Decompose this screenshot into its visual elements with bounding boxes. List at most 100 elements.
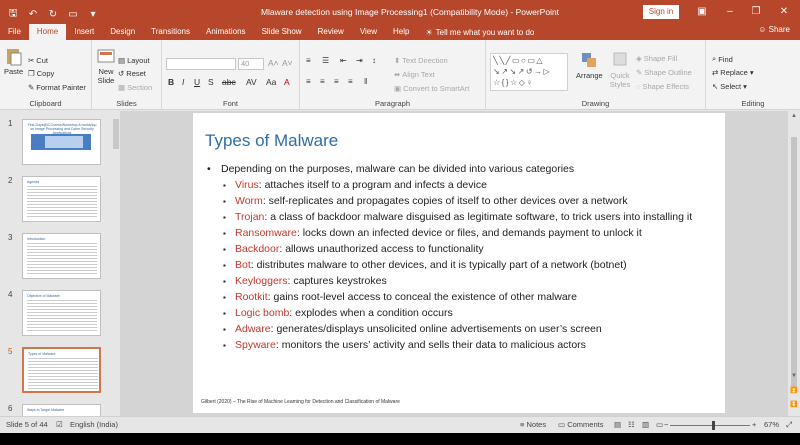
decrease-font-icon[interactable]: A˅: [282, 58, 293, 68]
shapes-gallery[interactable]: ╲╲╱▭○▭△ ↘↗↘↗↺→▷ ☆{}☆◇♀: [490, 53, 568, 91]
slide-body[interactable]: Depending on the purposes, malware can b…: [207, 162, 712, 355]
slide-footnote[interactable]: Gilbert (2020) – The Rise of Machine Lea…: [201, 399, 400, 405]
align-left-icon[interactable]: ≡: [306, 77, 311, 86]
redo-icon[interactable]: ↻: [46, 7, 60, 21]
slide-thumbnail[interactable]: Agenda: [22, 176, 101, 222]
italic-icon[interactable]: I: [182, 77, 184, 87]
font-size-field[interactable]: 40: [238, 58, 264, 70]
font-name-field[interactable]: [166, 58, 236, 70]
font-color-icon[interactable]: A: [284, 77, 290, 87]
slideshow-icon[interactable]: ▭: [656, 420, 663, 429]
previous-slide-icon[interactable]: ⏫: [788, 387, 800, 394]
next-slide-icon[interactable]: ⏬: [788, 401, 800, 408]
language-status[interactable]: English (India): [70, 420, 118, 429]
start-from-beginning-icon[interactable]: ▭: [66, 7, 80, 21]
columns-icon[interactable]: ‖: [364, 77, 367, 86]
save-icon[interactable]: 🖫: [6, 7, 20, 21]
slide-thumbnail[interactable]: Objective of Malware: [22, 290, 101, 336]
tab-view[interactable]: View: [352, 24, 385, 40]
shape-fill-button[interactable]: ◈ Shape Fill: [636, 54, 677, 63]
find-button[interactable]: ⌕ Find: [712, 54, 733, 64]
zoom-slider-handle[interactable]: [712, 421, 715, 430]
paste-button[interactable]: Paste: [4, 46, 23, 76]
tab-design[interactable]: Design: [102, 24, 143, 40]
slide-thumbnail[interactable]: Introduction: [22, 233, 101, 279]
change-case-icon[interactable]: Aa: [266, 77, 276, 87]
thumbnail-row[interactable]: 4 Objective of Malware: [0, 290, 112, 338]
thumbnail-row-selected[interactable]: 5 Types of Malware: [0, 347, 112, 395]
section-button[interactable]: ▦ Section: [118, 83, 152, 92]
arrange-button[interactable]: Arrange: [576, 50, 603, 80]
layout-button[interactable]: ▤ Layout: [118, 56, 150, 65]
justify-icon[interactable]: ≡: [348, 77, 353, 86]
line-spacing-icon[interactable]: ↕: [372, 56, 376, 65]
editor-scroll-thumb[interactable]: [791, 137, 797, 387]
zoom-slider-track[interactable]: [670, 425, 750, 426]
sign-in-button[interactable]: Sign in: [643, 5, 679, 19]
scroll-up-icon[interactable]: ▲: [788, 113, 800, 119]
editor-scrollbar[interactable]: ▲ ▼ ⏫ ⏬: [788, 111, 800, 416]
thumbnails-scroll-thumb[interactable]: [113, 119, 119, 149]
tab-file[interactable]: File: [0, 24, 29, 40]
shadow-icon[interactable]: S: [208, 77, 214, 87]
thumbnails-scrollbar[interactable]: [112, 111, 120, 416]
tab-home[interactable]: Home: [28, 24, 67, 40]
reading-view-icon[interactable]: ▥: [642, 420, 649, 429]
slide-thumbnail[interactable]: First-Days@ICCourseWorkshop A workshop o…: [22, 119, 101, 165]
minimize-button[interactable]: –: [718, 4, 742, 20]
tab-review[interactable]: Review: [310, 24, 352, 40]
scroll-down-icon[interactable]: ▼: [788, 373, 800, 379]
increase-indent-icon[interactable]: ⇥: [356, 56, 363, 65]
align-right-icon[interactable]: ≡: [334, 77, 339, 86]
char-spacing-icon[interactable]: AV: [246, 77, 257, 87]
reset-button[interactable]: ↺ Reset: [118, 69, 146, 78]
quick-styles-button[interactable]: Quick Styles: [608, 50, 632, 89]
zoom-level[interactable]: 67%: [764, 420, 779, 429]
tab-help[interactable]: Help: [385, 24, 417, 40]
format-painter-button[interactable]: ✎ Format Painter: [28, 83, 86, 92]
share-button[interactable]: ☺ Share: [758, 22, 790, 38]
tab-animations[interactable]: Animations: [198, 24, 254, 40]
zoom-out-icon[interactable]: −: [664, 420, 668, 429]
new-slide-button[interactable]: New Slide: [96, 46, 116, 85]
notes-button[interactable]: ≡ Notes: [520, 420, 546, 429]
slide-sorter-icon[interactable]: ☷: [628, 420, 635, 429]
slide-count[interactable]: Slide 5 of 44: [6, 420, 48, 429]
select-button[interactable]: ↖ Select ▾: [712, 82, 747, 91]
slide-canvas[interactable]: Types of Malware Depending on the purpos…: [193, 113, 725, 413]
underline-icon[interactable]: U: [194, 77, 200, 87]
cut-button[interactable]: ✂ Cut: [28, 56, 48, 65]
align-text-button[interactable]: ⬌ Align Text: [394, 70, 435, 79]
tab-transitions[interactable]: Transitions: [143, 24, 198, 40]
bullets-icon[interactable]: ≡: [306, 56, 311, 65]
undo-icon[interactable]: ↶: [26, 7, 40, 21]
normal-view-icon[interactable]: ▤: [614, 420, 621, 429]
align-center-icon[interactable]: ≡: [320, 77, 325, 86]
slide-thumbnail-selected[interactable]: Types of Malware: [22, 347, 101, 393]
restore-button[interactable]: ❐: [744, 4, 768, 20]
decrease-indent-icon[interactable]: ⇤: [340, 56, 347, 65]
tell-me-search[interactable]: ☀ Tell me what you want to do: [417, 24, 534, 40]
fit-to-window-icon[interactable]: ⤢: [786, 420, 792, 430]
ribbon-display-options-icon[interactable]: ▣: [690, 4, 714, 20]
increase-font-icon[interactable]: A˄: [268, 58, 279, 68]
slide-title[interactable]: Types of Malware: [205, 131, 338, 151]
customize-qat-icon[interactable]: ▾: [86, 7, 100, 21]
close-button[interactable]: ✕: [772, 4, 796, 20]
strikethrough-icon[interactable]: abc: [222, 77, 236, 87]
copy-button[interactable]: ❐ Copy: [28, 69, 54, 78]
zoom-in-icon[interactable]: +: [752, 420, 756, 429]
thumbnail-row[interactable]: 2 Agenda: [0, 176, 112, 224]
shape-effects-button[interactable]: ◌ Shape Effects: [636, 82, 689, 91]
replace-button[interactable]: ⇄ Replace ▾: [712, 68, 754, 77]
tab-insert[interactable]: Insert: [66, 24, 102, 40]
text-direction-button[interactable]: ⬍ Text Direction: [394, 56, 448, 65]
thumbnail-row[interactable]: 3 Introduction: [0, 233, 112, 281]
thumbnail-row[interactable]: 1 First-Days@ICCourseWorkshop A workshop…: [0, 119, 112, 167]
comments-button[interactable]: ▭ Comments: [558, 420, 603, 429]
spelling-icon[interactable]: ☑: [56, 420, 63, 429]
convert-smartart-button[interactable]: ▣ Convert to SmartArt: [394, 84, 469, 93]
numbering-icon[interactable]: ☰: [322, 56, 329, 65]
tab-slide-show[interactable]: Slide Show: [254, 24, 310, 40]
bold-icon[interactable]: B: [168, 77, 174, 87]
